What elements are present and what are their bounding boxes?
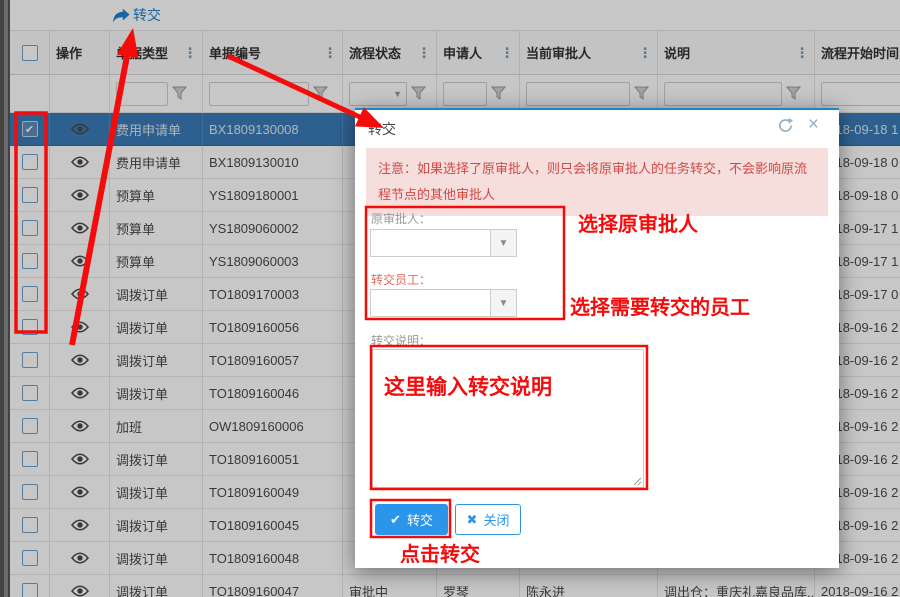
confirm-transfer-button[interactable]: ✔ 转交 (375, 504, 448, 535)
dialog-title: 转交 (368, 121, 396, 137)
refresh-icon[interactable] (778, 118, 793, 138)
chevron-down-icon[interactable]: ▼ (490, 290, 516, 316)
chevron-down-icon[interactable]: ▼ (490, 230, 516, 256)
transfer-note-label: 转交说明： (371, 334, 432, 348)
check-icon: ✔ (390, 511, 401, 527)
transfer-dialog: 转交 × 注意：如果选择了原审批人，则只会将原审批人的任务转交，不会影响原流程节… (355, 108, 839, 568)
transfer-employee-select[interactable]: ▼ (370, 289, 517, 317)
x-icon: ✖ (466, 511, 478, 527)
close-dialog-label: 关闭 (483, 513, 510, 528)
original-approver-label: 原审批人： (371, 212, 432, 226)
transfer-employee-label: 转交员工： (371, 273, 432, 287)
confirm-transfer-label: 转交 (406, 513, 433, 528)
notice-banner: 注意：如果选择了原审批人，则只会将原审批人的任务转交，不会影响原流程节点的其他审… (366, 148, 828, 216)
resize-handle[interactable] (632, 476, 642, 486)
original-approver-select[interactable]: ▼ (370, 229, 517, 257)
close-dialog-button[interactable]: ✖ 关闭 (455, 504, 521, 535)
close-icon[interactable]: × (808, 114, 819, 136)
transfer-note-textarea[interactable] (372, 349, 644, 488)
